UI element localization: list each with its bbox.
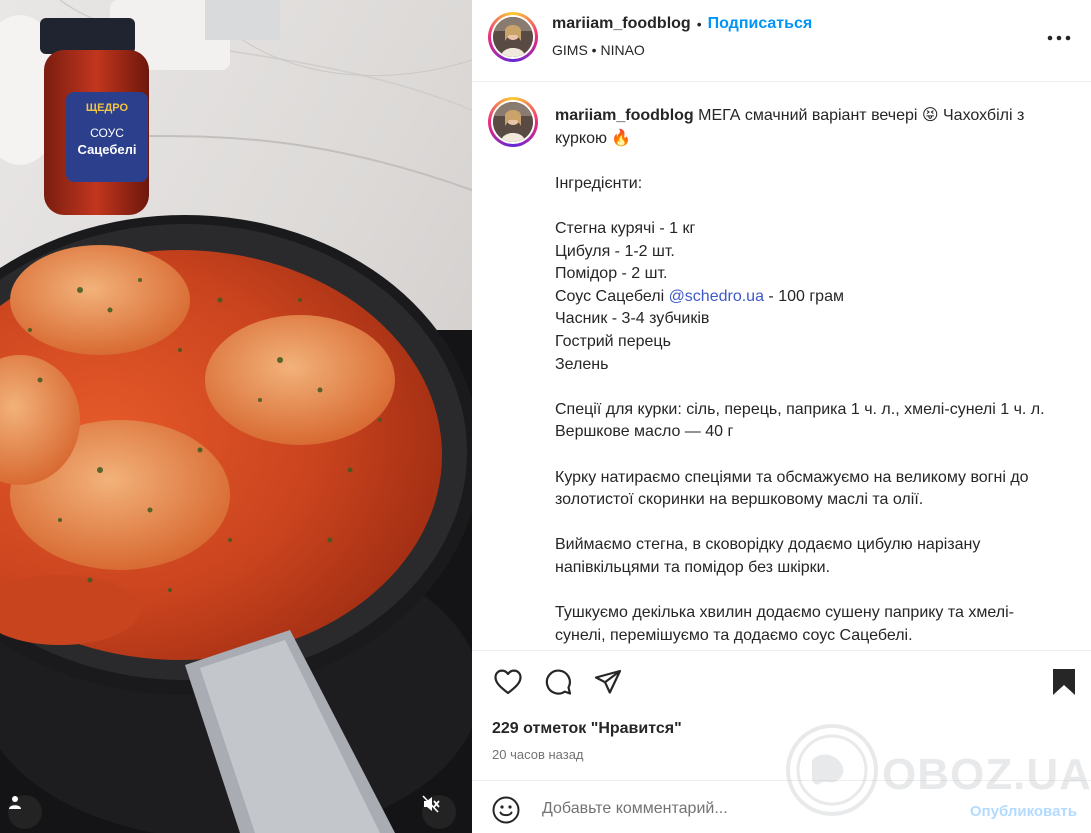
post-panel: mariiam_foodblog • Подписаться GIMS • NI…: [472, 0, 1091, 833]
svg-text:СОУС: СОУС: [90, 126, 124, 140]
comment-input[interactable]: [542, 795, 942, 823]
step-2: Виймаємо стегна, в сковорідку додаємо ци…: [555, 536, 985, 576]
ingredient-item: Стегна курячі - 1 кг: [555, 219, 696, 237]
comment-icon: [545, 669, 572, 695]
caption-avatar[interactable]: [488, 97, 538, 147]
like-button[interactable]: [491, 665, 525, 699]
save-button[interactable]: [1047, 665, 1081, 699]
ingredient-item: Помідор - 2 шт.: [555, 265, 668, 283]
step-1: Курку натираємо спеціями та обсмажуємо н…: [555, 468, 1034, 509]
share-icon: [594, 669, 622, 694]
step-3: Тушкуємо декілька хвилин додаємо сушену …: [555, 604, 1014, 644]
ingredient-item: Цибуля - 1-2 шт.: [555, 242, 675, 260]
post-caption: mariiam_foodblog МЕГА смачний варіант ве…: [555, 105, 1055, 647]
actions-bar: 229 отметок "Нравится" 20 часов назад: [472, 650, 1091, 780]
likes-count[interactable]: 229 отметок "Нравится": [492, 720, 682, 738]
mute-button[interactable]: [422, 795, 456, 829]
emoji-button[interactable]: [492, 796, 522, 826]
more-options-button[interactable]: [1043, 24, 1075, 52]
profile-photo: [493, 17, 533, 57]
header-username[interactable]: mariiam_foodblog: [552, 15, 691, 33]
svg-text:ЩЕДРО: ЩЕДРО: [86, 102, 129, 114]
ingredient-item: Соус Сацебелі: [555, 287, 669, 305]
sauce-jar: ЩЕДРО СОУС Сацебелі: [40, 18, 149, 215]
user-icon: [9, 796, 21, 809]
spices-line: Спеції для курки: сіль, перець, паприка …: [555, 400, 1045, 418]
post-media[interactable]: ЩЕДРО СОУС Сацебелі: [0, 0, 472, 833]
post-header: mariiam_foodblog • Подписаться GIMS • NI…: [472, 0, 1091, 82]
comment-button[interactable]: [541, 665, 575, 699]
ingredient-item: Часник - 3-4 зубчиків: [555, 310, 710, 328]
brand-mention-link[interactable]: @schedro.ua: [669, 288, 764, 305]
share-button[interactable]: [591, 665, 625, 699]
emoji-icon: [492, 796, 520, 824]
caption-username[interactable]: mariiam_foodblog: [555, 107, 694, 124]
tagged-users-button[interactable]: [8, 795, 42, 829]
more-horizontal-icon: [1047, 35, 1071, 41]
comment-bar: Опубликовать: [472, 780, 1091, 833]
svg-text:Сацебелі: Сацебелі: [78, 142, 137, 157]
caption-area: mariiam_foodblog МЕГА смачний варіант ве…: [472, 83, 1091, 650]
volume-off-icon: [422, 795, 440, 813]
separator-dot: •: [696, 16, 702, 32]
avatar[interactable]: [488, 12, 538, 62]
post-comment-button[interactable]: Опубликовать: [970, 803, 1077, 820]
food-photo: ЩЕДРО СОУС Сацебелі: [0, 0, 472, 833]
bookmark-icon: [1053, 669, 1075, 695]
post-timestamp[interactable]: 20 часов назад: [492, 747, 584, 762]
ingredients-heading: Інгредієнти:: [555, 174, 643, 192]
ingredient-item: Гострий перець: [555, 332, 671, 350]
follow-button[interactable]: Подписаться: [708, 15, 813, 33]
ingredient-item: Зелень: [555, 355, 609, 373]
audio-label[interactable]: GIMS • NINAO: [552, 42, 645, 58]
butter-line: Вершкове масло — 40 г: [555, 423, 734, 441]
heart-icon: [494, 669, 522, 695]
profile-photo: [493, 102, 533, 142]
ingredient-amount: - 100 грам: [763, 287, 844, 305]
